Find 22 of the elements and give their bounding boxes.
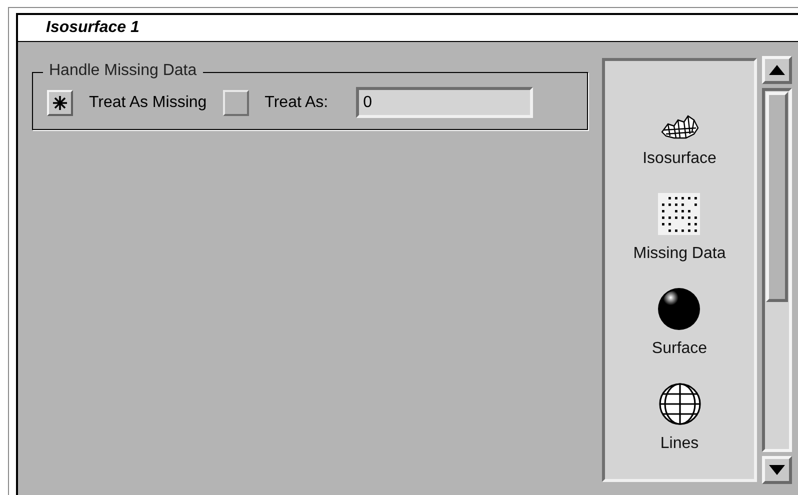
- radio-button[interactable]: [222, 90, 249, 116]
- option-label: Treat As Missing: [89, 94, 207, 112]
- module-label[interactable]: Isosurface: [642, 150, 716, 168]
- scrollbar-thumb[interactable]: [766, 92, 788, 302]
- option-label: Treat As:: [264, 94, 328, 112]
- radio-button[interactable]: [47, 90, 73, 116]
- mesh-icon: [660, 114, 700, 140]
- module-label[interactable]: Missing Data: [633, 245, 726, 263]
- group-label: Handle Missing Data: [43, 62, 203, 80]
- down-arrow-icon: [769, 465, 785, 475]
- scrollbar-track[interactable]: [762, 88, 792, 452]
- scroll-down-button[interactable]: [762, 456, 792, 484]
- globe-icon: [658, 383, 700, 425]
- dot-grid-icon: [658, 193, 700, 235]
- window-title: Isosurface 1: [46, 19, 140, 37]
- module-label[interactable]: Surface: [652, 340, 708, 358]
- scroll-up-button[interactable]: [762, 56, 792, 84]
- value-field[interactable]: 0: [356, 87, 534, 118]
- module-label[interactable]: Lines: [660, 435, 699, 453]
- sphere-icon: [658, 288, 700, 330]
- asterisk-icon: [53, 96, 67, 110]
- up-arrow-icon: [769, 65, 785, 75]
